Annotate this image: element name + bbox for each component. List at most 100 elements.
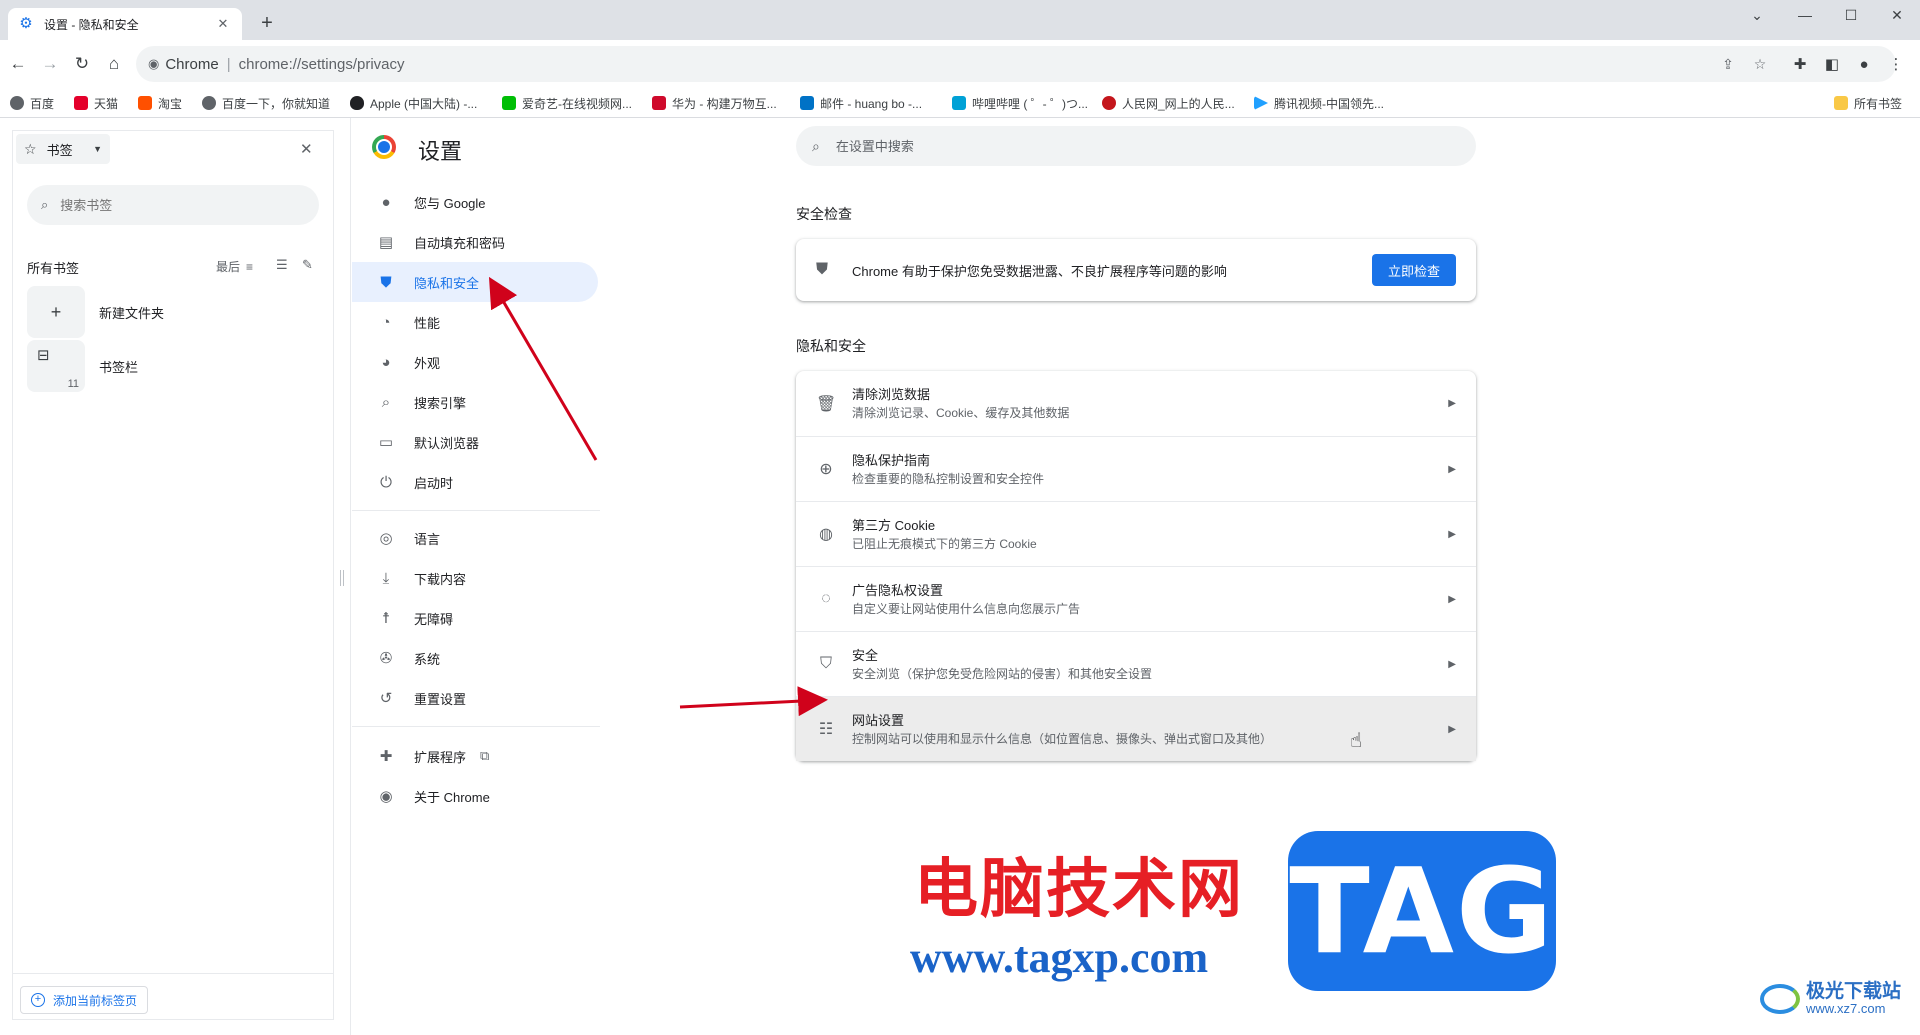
side-panel-selector[interactable]: ☆ 书签 ▼ xyxy=(16,134,110,164)
nav-languages[interactable]: ◎ 语言 xyxy=(352,518,598,558)
nav-label: 语言 xyxy=(414,531,441,547)
tab-search-chevron-icon[interactable]: ⌄ xyxy=(1734,0,1780,30)
bookmark-search-input[interactable] xyxy=(60,197,281,213)
edit-pencil-icon[interactable]: ✎ xyxy=(302,257,313,273)
security-row[interactable]: ⛉ 安全 安全浏览（保护您免受危险网站的侵害）和其他安全设置 ▶ xyxy=(796,631,1476,696)
share-icon[interactable]: ⇪ xyxy=(1716,52,1740,76)
divider xyxy=(12,973,334,974)
bookmark-item[interactable]: 百度 xyxy=(10,92,54,114)
side-panel-close-icon[interactable]: ✕ xyxy=(300,140,313,158)
add-current-tab-label: 添加当前标签页 xyxy=(53,993,138,1008)
xz-swirl-icon xyxy=(1760,984,1800,1014)
globe-icon: ◎ xyxy=(379,530,393,547)
browser-tab[interactable]: ⚙ 设置 - 隐私和安全 ✕ xyxy=(8,8,242,40)
clipboard-icon: ▤ xyxy=(378,234,394,251)
privacy-guide-row[interactable]: ⊕ 隐私保护指南 检查重要的隐私控制设置和安全控件 ▶ xyxy=(796,436,1476,501)
tmall-icon xyxy=(74,96,88,110)
site-settings-row[interactable]: ☷ 网站设置 控制网站可以使用和显示什么信息（如位置信息、摄像头、弹出式窗口及其他… xyxy=(796,696,1476,761)
ad-privacy-row[interactable]: ◌ 广告隐私权设置 自定义要让网站使用什么信息向您展示广告 ▶ xyxy=(796,566,1476,631)
sort-label: 最后 xyxy=(216,260,241,274)
bookmark-star-icon[interactable]: ☆ xyxy=(1748,52,1772,76)
check-now-button[interactable]: 立即检查 xyxy=(1371,254,1456,286)
profile-avatar-icon[interactable]: ● xyxy=(1852,52,1876,76)
nav-search-engine[interactable]: ⌕ 搜索引擎 xyxy=(352,382,598,422)
safety-check-card: ⛊ Chrome 有助于保护您免受数据泄露、不良扩展程序等问题的影响 立即检查 xyxy=(796,239,1476,301)
nav-reset-settings[interactable]: ↺ 重置设置 xyxy=(352,678,598,718)
bookmark-item[interactable]: 爱奇艺-在线视频网... xyxy=(502,92,632,114)
settings-search[interactable]: ⌕ xyxy=(796,126,1476,166)
chrome-icon: ◉ xyxy=(379,788,393,805)
bookmarks-bar-folder[interactable]: ⊟ 11 书签栏 xyxy=(27,340,138,392)
all-bookmarks-button[interactable]: 所有书签 xyxy=(1834,92,1902,114)
nav-downloads[interactable]: ⤓ 下载内容 xyxy=(352,558,598,598)
bookmark-item[interactable]: 腾讯视频-中国领先... xyxy=(1254,92,1384,114)
bookmark-search[interactable]: ⌕ xyxy=(27,185,319,225)
add-circle-icon: + xyxy=(31,993,45,1007)
bookmark-label: 淘宝 xyxy=(158,96,183,111)
bookmark-label: 华为 - 构建万物互... xyxy=(672,96,777,111)
row-title: 第三方 Cookie xyxy=(852,517,936,533)
sort-button[interactable]: 最后 ≡ xyxy=(216,258,253,275)
wrench-icon: ✇ xyxy=(379,650,393,667)
bookmark-item[interactable]: Apple (中国大陆) -... xyxy=(350,92,477,114)
bookmark-item[interactable]: 百度一下，你就知道 xyxy=(202,92,330,114)
side-panel-icon[interactable]: ◧ xyxy=(1820,52,1844,76)
back-arrow-icon[interactable]: ← xyxy=(6,52,30,76)
reload-icon[interactable]: ↻ xyxy=(70,52,94,76)
close-window-button[interactable]: ✕ xyxy=(1874,0,1920,30)
nav-you-and-google[interactable]: ● 您与 Google xyxy=(352,182,598,222)
iqiyi-icon xyxy=(502,96,516,110)
menu-kebab-icon[interactable]: ⋮ xyxy=(1884,52,1908,76)
bookmark-item[interactable]: 天猫 xyxy=(74,92,118,114)
tab-close-icon[interactable]: ✕ xyxy=(214,16,232,32)
nav-privacy-security[interactable]: ⛊ 隐私和安全 xyxy=(352,262,598,302)
new-tab-button[interactable]: + xyxy=(256,12,278,34)
list-view-icon[interactable]: ☰ xyxy=(276,257,288,273)
ad-privacy-icon: ◌ xyxy=(821,590,831,607)
nav-performance[interactable]: ◔ 性能 xyxy=(352,302,598,342)
tab-title: 设置 - 隐私和安全 xyxy=(44,17,139,32)
nav-label: 搜索引擎 xyxy=(414,395,467,411)
third-party-cookies-row[interactable]: ◍ 第三方 Cookie 已阻止无痕模式下的第三方 Cookie ▶ xyxy=(796,501,1476,566)
nav-label: 启动时 xyxy=(414,475,454,491)
bookmark-item[interactable]: 人民网_网上的人民... xyxy=(1102,92,1235,114)
nav-default-browser[interactable]: ▭ 默认浏览器 xyxy=(352,422,598,462)
nav-on-startup[interactable]: ⏻ 启动时 xyxy=(352,462,598,502)
nav-label: 外观 xyxy=(414,355,441,371)
extensions-puzzle-icon[interactable]: ✚ xyxy=(1788,52,1812,76)
side-panel-resize-handle[interactable] xyxy=(340,570,344,586)
bookmark-item[interactable]: 淘宝 xyxy=(138,92,182,114)
nav-appearance[interactable]: ◕ 外观 xyxy=(352,342,598,382)
address-bar[interactable]: ◉ Chrome | chrome://settings/privacy xyxy=(136,46,1896,82)
nav-label: 性能 xyxy=(414,315,441,331)
new-folder-item[interactable]: + 新建文件夹 xyxy=(27,286,164,338)
bookmark-item[interactable]: 哔哩哔哩 ( ゜- ゜)つ... xyxy=(952,92,1088,114)
settings-search-input[interactable] xyxy=(835,138,1436,154)
nav-about-chrome[interactable]: ◉ 关于 Chrome xyxy=(352,776,598,816)
bookmark-item[interactable]: 华为 - 构建万物互... xyxy=(652,92,777,114)
nav-extensions[interactable]: ✚ 扩展程序 ⧉ xyxy=(352,736,598,776)
shield-icon: ⛉ xyxy=(819,655,832,672)
row-desc: 已阻止无痕模式下的第三方 Cookie xyxy=(852,536,1037,551)
xz-url: www.xz7.com xyxy=(1806,1001,1886,1016)
globe-icon xyxy=(10,96,24,110)
minimize-button[interactable]: — xyxy=(1782,0,1828,30)
nav-system[interactable]: ✇ 系统 xyxy=(352,638,598,678)
watermark-site-name: 电脑技术网 xyxy=(914,853,1244,927)
bookmark-label: 百度 xyxy=(30,96,55,111)
row-desc: 检查重要的隐私控制设置和安全控件 xyxy=(852,471,1045,486)
globe-icon xyxy=(202,96,216,110)
history-icon: ↺ xyxy=(379,690,393,707)
nav-autofill[interactable]: ▤ 自动填充和密码 xyxy=(352,222,598,262)
nav-accessibility[interactable]: ☨ 无障碍 xyxy=(352,598,598,638)
sliders-icon: ☷ xyxy=(818,721,834,738)
bookmark-item[interactable]: 邮件 - huang bo -... xyxy=(800,92,922,114)
clear-browsing-data-row[interactable]: 🗑 清除浏览数据 清除浏览记录、Cookie、缓存及其他数据 ▶ xyxy=(796,371,1476,436)
maximize-button[interactable]: ☐ xyxy=(1828,0,1874,30)
row-desc: 自定义要让网站使用什么信息向您展示广告 xyxy=(852,601,1081,616)
add-current-tab-button[interactable]: + 添加当前标签页 xyxy=(20,986,149,1014)
side-panel-title: 书签 xyxy=(46,142,73,158)
chevron-right-icon: ▶ xyxy=(1448,658,1456,670)
home-icon[interactable]: ⌂ xyxy=(102,52,126,76)
forward-arrow-icon[interactable]: → xyxy=(38,52,62,76)
